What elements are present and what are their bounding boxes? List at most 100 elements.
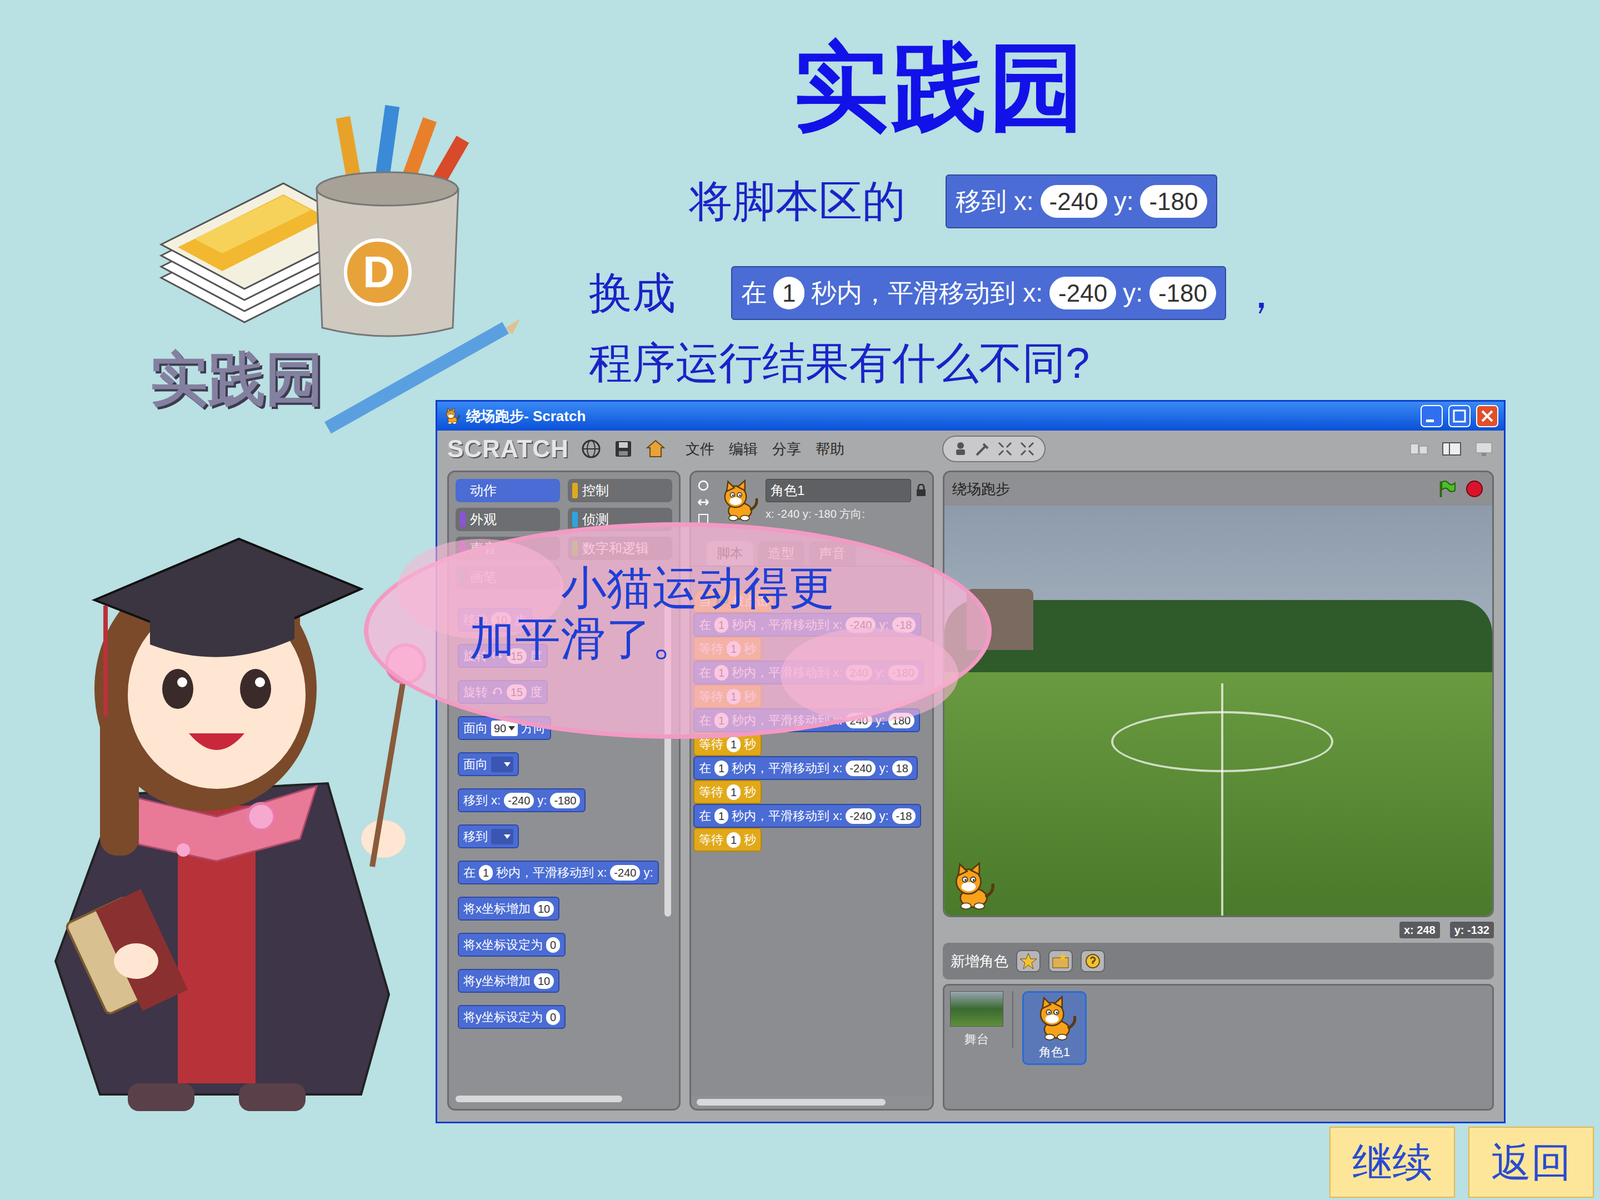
block-label: 移到 x: (463, 791, 501, 810)
save-icon[interactable] (613, 438, 634, 459)
flip-style-icon[interactable] (696, 495, 710, 509)
number-input[interactable]: -240 (1040, 185, 1108, 218)
stop-icon[interactable] (1464, 478, 1485, 499)
code-block[interactable]: 移到 x:-240y:-180 (945, 174, 1218, 229)
block-label: 秒内，平滑移动到 x: (811, 277, 1043, 309)
block-label: 秒 (743, 735, 757, 754)
dropdown[interactable] (491, 756, 514, 773)
sprite-tile[interactable]: 角色1 (1022, 991, 1087, 1065)
menu-item[interactable]: 文件 (683, 438, 717, 460)
menu-item[interactable]: 编辑 (726, 438, 760, 460)
practice-logo: D实践园 (144, 94, 523, 439)
rotation-style (696, 478, 710, 526)
number-input[interactable]: 1 (726, 832, 741, 848)
block-label: 秒 (743, 782, 757, 802)
nav-button[interactable]: 返回 (1468, 1126, 1594, 1198)
code-block[interactable]: 将y坐标增加10 (457, 968, 560, 993)
code-block[interactable]: 移到 x:-240y:-180 (457, 788, 586, 813)
number-input[interactable]: -240 (845, 760, 876, 777)
number-input[interactable]: 10 (533, 973, 554, 989)
stage-column: 绕场跑步x: 248y: -132新增角色舞台角色1 (942, 470, 1494, 1111)
code-block[interactable]: 将x坐标设定为0 (457, 932, 566, 957)
mouse-x: x: 248 (1399, 921, 1440, 939)
grow-icon[interactable] (996, 440, 1014, 458)
normal-stage-icon[interactable] (1441, 440, 1462, 458)
number-input[interactable]: -180 (1140, 185, 1207, 218)
horizontal-scrollbar[interactable] (455, 1095, 623, 1103)
number-input[interactable]: -240 (1049, 276, 1117, 310)
code-block[interactable]: 将y坐标设定为0 (457, 1005, 566, 1029)
number-input[interactable]: 1 (478, 865, 493, 881)
number-input[interactable]: 0 (546, 937, 560, 953)
code-block[interactable]: 移到 (457, 824, 519, 849)
dropdown[interactable] (491, 828, 514, 845)
close-icon[interactable] (1476, 405, 1499, 428)
stage-tile[interactable]: 舞台 (950, 991, 1014, 1049)
code-block[interactable]: 将x坐标增加10 (457, 896, 560, 921)
horizontal-scrollbar[interactable] (696, 1098, 886, 1106)
green-flag-icon[interactable] (1436, 478, 1457, 499)
small-stage-icon[interactable] (1409, 440, 1430, 458)
sprite-coordinates: x: -240 y: -180 方向: (765, 505, 927, 523)
shrink-icon[interactable] (1018, 440, 1036, 458)
rotate-style-icon[interactable] (696, 478, 710, 493)
maximize-icon[interactable] (1448, 405, 1471, 428)
minimize-icon[interactable] (1420, 405, 1443, 428)
code-block[interactable]: 在1秒内，平滑移动到 x:-240y:18 (693, 756, 918, 780)
category-button[interactable]: 控制 (567, 478, 673, 503)
number-input[interactable]: -240 (503, 792, 534, 809)
category-color (460, 511, 466, 528)
lock-icon[interactable] (915, 483, 927, 498)
toolbar: SCRATCH文件编辑分享帮助 (437, 430, 1504, 468)
menu-item[interactable]: 帮助 (813, 438, 847, 460)
category-button[interactable]: 动作 (455, 478, 560, 503)
nav-button[interactable]: 继续 (1329, 1126, 1455, 1198)
number-input[interactable]: -240 (610, 865, 640, 881)
block-label: 秒内，平滑移动到 x: (731, 806, 843, 825)
block-label: y: (1122, 277, 1143, 309)
sprite-cat-icon (1030, 995, 1079, 1043)
code-block[interactable]: 在1秒内，平滑移动到 x:-240y:-180 (731, 266, 1227, 320)
share-icon[interactable] (645, 438, 666, 459)
number-input[interactable]: 1 (773, 276, 805, 310)
code-block[interactable]: 等待1秒 (693, 827, 762, 852)
number-input[interactable]: -180 (550, 792, 580, 809)
dropdown-arrow-icon (508, 726, 515, 731)
block-label: y: (1113, 186, 1134, 217)
prompt-text: 程序运行结果有什么不同? (588, 337, 1283, 390)
block-label: y: (878, 758, 889, 778)
cat-sprite-icon[interactable] (945, 861, 997, 913)
sprite-name-field[interactable]: 角色1 (765, 478, 912, 503)
category-button[interactable]: 外观 (455, 507, 560, 532)
block-label: 秒内，平滑移动到 x: (496, 863, 607, 882)
number-input[interactable]: 1 (726, 736, 741, 753)
number-input[interactable]: -18 (892, 808, 917, 824)
number-input[interactable]: 1 (726, 784, 741, 800)
language-globe-icon[interactable] (581, 438, 602, 459)
scissors-icon[interactable] (974, 440, 992, 458)
number-input[interactable]: -240 (845, 808, 876, 824)
number-input[interactable]: 10 (533, 901, 554, 917)
paint-sprite-icon[interactable] (1016, 950, 1041, 973)
code-block[interactable]: 面向 (457, 752, 519, 777)
code-block[interactable]: 等待1秒 (693, 780, 762, 804)
code-block[interactable]: 在1秒内，平滑移动到 x:-240y:-18 (693, 803, 922, 828)
scratch-window: 绕场跑步- ScratchSCRATCH文件编辑分享帮助动作控制外观侦测声音数字… (435, 400, 1506, 1124)
number-input[interactable]: 1 (714, 760, 729, 777)
bubble-line: 加平滑了。 (469, 613, 835, 665)
menu-item[interactable]: 分享 (770, 438, 804, 460)
code-block[interactable]: 在1秒内，平滑移动到 x:-240y: (457, 860, 659, 885)
sprite-list: 舞台角色1 (942, 983, 1494, 1111)
choose-sprite-icon[interactable] (1048, 950, 1073, 973)
number-input[interactable]: -180 (1149, 276, 1217, 310)
sprite-fields: 角色1 x: -240 y: -180 方向: (765, 478, 927, 523)
presentation-icon[interactable] (1473, 440, 1494, 458)
sprite-label: 角色1 (1038, 1042, 1070, 1062)
number-input[interactable]: 0 (546, 1009, 560, 1025)
number-input[interactable]: 1 (714, 808, 729, 824)
stage-title: 绕场跑步 (952, 478, 1010, 500)
stamp-icon[interactable] (952, 440, 969, 458)
surprise-sprite-icon[interactable] (1080, 950, 1105, 973)
new-sprite-label: 新增角色 (950, 950, 1009, 973)
number-input[interactable]: 18 (892, 760, 913, 777)
